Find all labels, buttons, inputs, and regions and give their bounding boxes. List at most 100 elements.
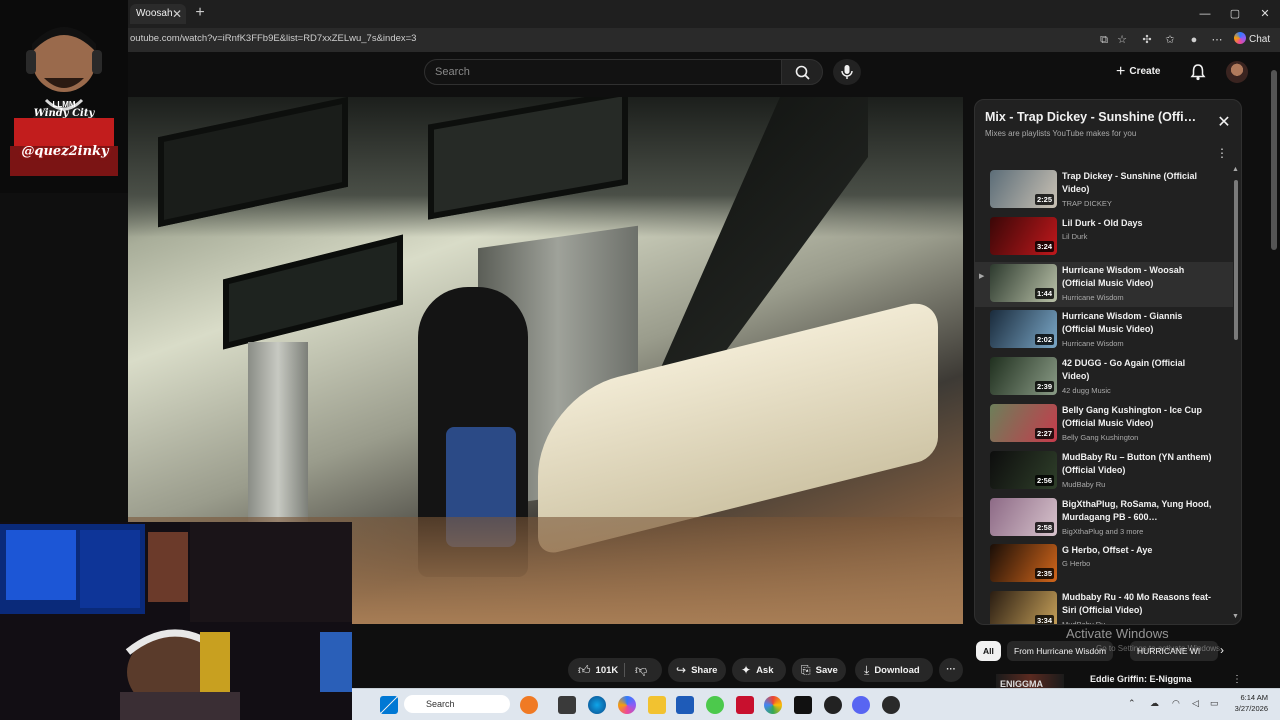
video-title[interactable]: Belly Gang Kushington - Ice Cup (Officia…: [1062, 404, 1212, 430]
save-button[interactable]: ⎘ Save: [792, 658, 846, 682]
battery-icon[interactable]: ▭: [1210, 698, 1219, 709]
scroll-down-icon[interactable]: ▼: [1232, 613, 1239, 620]
create-button[interactable]: + Create: [1116, 61, 1178, 83]
widget-icon[interactable]: [520, 696, 538, 714]
maximize-button[interactable]: ▢: [1220, 4, 1250, 24]
recommendation-more-icon[interactable]: ⋮: [1232, 674, 1242, 685]
video-thumbnail[interactable]: 3:34: [990, 591, 1057, 625]
more-actions-button[interactable]: ···: [939, 658, 963, 682]
video-thumbnail[interactable]: 1:44: [990, 263, 1057, 302]
channel-name: Lil Durk: [1062, 231, 1088, 241]
video-thumbnail[interactable]: 2:02: [990, 310, 1057, 349]
video-title[interactable]: G Herbo, Offset - Aye: [1062, 544, 1212, 557]
wifi-icon[interactable]: ◠: [1172, 698, 1180, 709]
download-button[interactable]: ⤓ Download: [855, 658, 933, 682]
favorite-star-icon[interactable]: ☆: [1114, 32, 1130, 48]
taskbar-clock[interactable]: 6:14 AM 3/27/2026: [1226, 692, 1268, 714]
activate-windows-subtext: Go to Settings to activate Windows.: [1096, 644, 1223, 653]
app-a-icon[interactable]: [736, 696, 754, 714]
video-thumbnail[interactable]: 2:58: [990, 497, 1057, 536]
new-tab-button[interactable]: +: [192, 3, 208, 23]
minimize-button[interactable]: —: [1190, 4, 1220, 24]
file-explorer-icon[interactable]: [648, 696, 666, 714]
playlist-item[interactable]: 3:24 Lil Durk - Old Days Lil Durk: [975, 215, 1233, 260]
playlist-scrollbar[interactable]: [1234, 180, 1238, 340]
taskbar-search[interactable]: Search: [404, 695, 510, 713]
playlist-item[interactable]: 2:56 MudBaby Ru – Button (YN anthem) (Off…: [975, 449, 1233, 494]
next-recommendation-thumbnail[interactable]: ENIGGMA: [996, 674, 1064, 689]
video-title[interactable]: Hurricane Wisdom - Woosah (Official Musi…: [1062, 264, 1212, 290]
video-title[interactable]: MudBaby Ru – Button (YN anthem) (Officia…: [1062, 451, 1212, 477]
video-thumbnail[interactable]: 3:24: [990, 216, 1057, 255]
copilot-chat-button[interactable]: Chat: [1234, 32, 1270, 48]
chip-all[interactable]: All: [976, 641, 1001, 661]
bookmark-icon: ⎘: [801, 663, 811, 677]
copilot-icon: [1234, 32, 1246, 44]
video-thumbnail[interactable]: 2:27: [990, 404, 1057, 442]
browser-menu-icon[interactable]: ⋯: [1209, 32, 1225, 48]
playlist-item[interactable]: 2:02 Hurricane Wisdom - Giannis (Official…: [975, 308, 1233, 353]
dislike-button[interactable]: 👎︎: [635, 658, 647, 682]
store-icon[interactable]: [676, 696, 694, 714]
like-button[interactable]: 👍︎ 101K: [578, 658, 618, 683]
video-duration: 3:34: [1034, 615, 1054, 625]
tab-close-icon[interactable]: ✕: [170, 4, 184, 24]
search-button[interactable]: [781, 59, 823, 85]
video-thumbnail[interactable]: 2:39: [990, 357, 1057, 396]
volume-icon[interactable]: ◁: [1192, 698, 1199, 709]
copilot-taskbar-icon[interactable]: [618, 696, 636, 714]
video-thumbnail[interactable]: 2:25: [990, 170, 1057, 208]
share-button[interactable]: ↪ Share: [668, 658, 726, 682]
download-label: Download: [874, 665, 920, 676]
url-field[interactable]: outube.com/watch?v=iRnfK3FFb9E&list=RD7x…: [130, 33, 416, 44]
obs-icon[interactable]: [824, 696, 842, 714]
video-title[interactable]: Lil Durk - Old Days: [1062, 217, 1212, 230]
playlist-item[interactable]: 2:25 Trap Dickey - Sunshine (Official Vid…: [975, 168, 1233, 213]
media-icon[interactable]: [706, 696, 724, 714]
playlist-more-icon[interactable]: ⋮: [1215, 144, 1229, 162]
close-window-button[interactable]: ✕: [1250, 4, 1280, 24]
playlist-item[interactable]: ▶ 1:44 Hurricane Wisdom - Woosah (Official…: [975, 261, 1233, 307]
app-available-icon[interactable]: ⧉: [1096, 32, 1112, 48]
tray-chevron-icon[interactable]: ⌃: [1128, 698, 1136, 709]
channel-name: BigXthaPlug and 3 more: [1062, 526, 1144, 536]
video-title[interactable]: BigXthaPlug, RoSama, Yung Hood, Murdagan…: [1062, 498, 1212, 524]
playlist-item[interactable]: 3:34 Mudbaby Ru - 40 Mo Reasons feat- Sir…: [975, 589, 1233, 625]
profile-icon[interactable]: ●: [1186, 32, 1202, 48]
audio-app-icon[interactable]: [794, 696, 812, 714]
playlist-item[interactable]: 2:35 G Herbo, Offset - Aye G Herbo: [975, 542, 1233, 587]
voice-search-button[interactable]: [833, 59, 861, 85]
page-scroll-thumb[interactable]: [1271, 70, 1277, 250]
video-title[interactable]: Mudbaby Ru - 40 Mo Reasons feat- Siri (O…: [1062, 591, 1212, 617]
plus-icon: +: [1116, 63, 1126, 80]
playlist-item[interactable]: 2:27 Belly Gang Kushington - Ice Cup (Off…: [975, 402, 1233, 447]
next-recommendation-title[interactable]: Eddie Griffin: E-Niggma: [1090, 674, 1192, 684]
favorites-icon[interactable]: ✩: [1162, 32, 1178, 48]
edge-icon[interactable]: [588, 696, 606, 714]
notifications-button[interactable]: [1188, 62, 1208, 82]
record-app-icon[interactable]: [882, 696, 900, 714]
ask-button[interactable]: ✦ Ask: [732, 658, 786, 682]
chrome-icon[interactable]: [764, 696, 782, 714]
close-playlist-icon[interactable]: ✕: [1215, 114, 1233, 132]
video-title[interactable]: 42 DUGG - Go Again (Official Video): [1062, 357, 1212, 383]
extensions-icon[interactable]: ✣: [1139, 32, 1155, 48]
account-avatar[interactable]: [1226, 61, 1248, 83]
scroll-up-icon[interactable]: ▲: [1232, 166, 1239, 173]
video-thumbnail[interactable]: 2:56: [990, 450, 1057, 489]
like-divider: [624, 663, 625, 677]
cartoon-avatar-icon: [0, 0, 128, 193]
video-title[interactable]: Trap Dickey - Sunshine (Official Video): [1062, 170, 1212, 196]
address-bar: outube.com/watch?v=iRnfK3FFb9E&list=RD7x…: [0, 28, 1280, 52]
task-view-icon[interactable]: [558, 696, 576, 714]
video-thumbnail[interactable]: 2:35: [990, 544, 1057, 583]
playlist-item[interactable]: 2:39 42 DUGG - Go Again (Official Video) 4…: [975, 355, 1233, 400]
search-input[interactable]: Search: [424, 59, 782, 85]
search-icon: [795, 65, 810, 80]
network-icon[interactable]: ☁: [1150, 698, 1159, 709]
playlist-title[interactable]: Mix - Trap Dickey - Sunshine (Official M…: [985, 110, 1203, 124]
windows-start-icon[interactable]: [380, 696, 398, 714]
discord-icon[interactable]: [852, 696, 870, 714]
video-title[interactable]: Hurricane Wisdom - Giannis (Official Mus…: [1062, 310, 1212, 336]
playlist-item[interactable]: 2:58 BigXthaPlug, RoSama, Yung Hood, Murd…: [975, 496, 1233, 541]
